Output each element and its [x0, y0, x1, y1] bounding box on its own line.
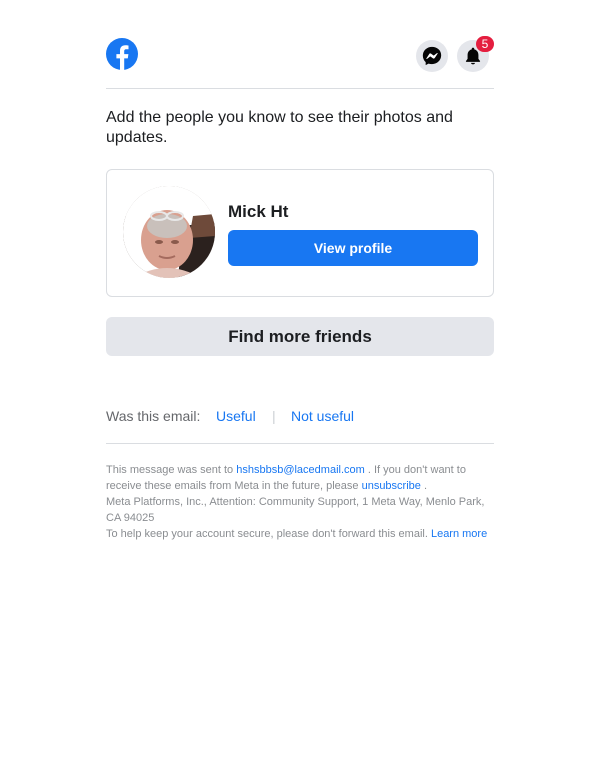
email-header: 5: [106, 36, 494, 88]
view-profile-button[interactable]: View profile: [228, 230, 478, 266]
sent-to-period: .: [423, 480, 428, 492]
feedback-question: Was this email:: [106, 408, 201, 424]
intro-text: Add the people you know to see their pho…: [106, 109, 453, 146]
recipient-email-link[interactable]: hshsbbsb@lacedmail.com: [236, 464, 365, 476]
suggested-friend-name[interactable]: Mick Ht: [228, 202, 288, 222]
avatar[interactable]: [123, 186, 215, 278]
company-address: Meta Platforms, Inc., Attention: Communi…: [106, 496, 485, 524]
footer-divider: [106, 443, 494, 444]
not-useful-link[interactable]: Not useful: [291, 408, 354, 424]
unsubscribe-link[interactable]: unsubscribe: [362, 480, 421, 492]
find-more-friends-button[interactable]: Find more friends: [106, 317, 494, 356]
header-divider: [106, 88, 494, 89]
notification-count-badge: 5: [476, 36, 494, 52]
messenger-icon: [422, 46, 442, 66]
useful-link[interactable]: Useful: [216, 408, 256, 424]
footer-sent-to: This message was sent to hshsbbsb@lacedm…: [106, 462, 494, 494]
friend-suggestion-card: Mick Ht View profile: [106, 169, 494, 297]
sent-to-prefix: This message was sent to: [106, 464, 234, 476]
feedback-separator: |: [272, 408, 276, 424]
messenger-button[interactable]: [416, 40, 448, 72]
secure-text: To help keep your account secure, please…: [106, 528, 428, 540]
email-footer: This message was sent to hshsbbsb@lacedm…: [106, 462, 494, 542]
facebook-logo-icon[interactable]: [106, 38, 138, 70]
learn-more-link[interactable]: Learn more: [431, 528, 487, 540]
email-feedback: Was this email: Useful | Not useful: [106, 408, 494, 426]
footer-security-note: To help keep your account secure, please…: [106, 526, 494, 542]
